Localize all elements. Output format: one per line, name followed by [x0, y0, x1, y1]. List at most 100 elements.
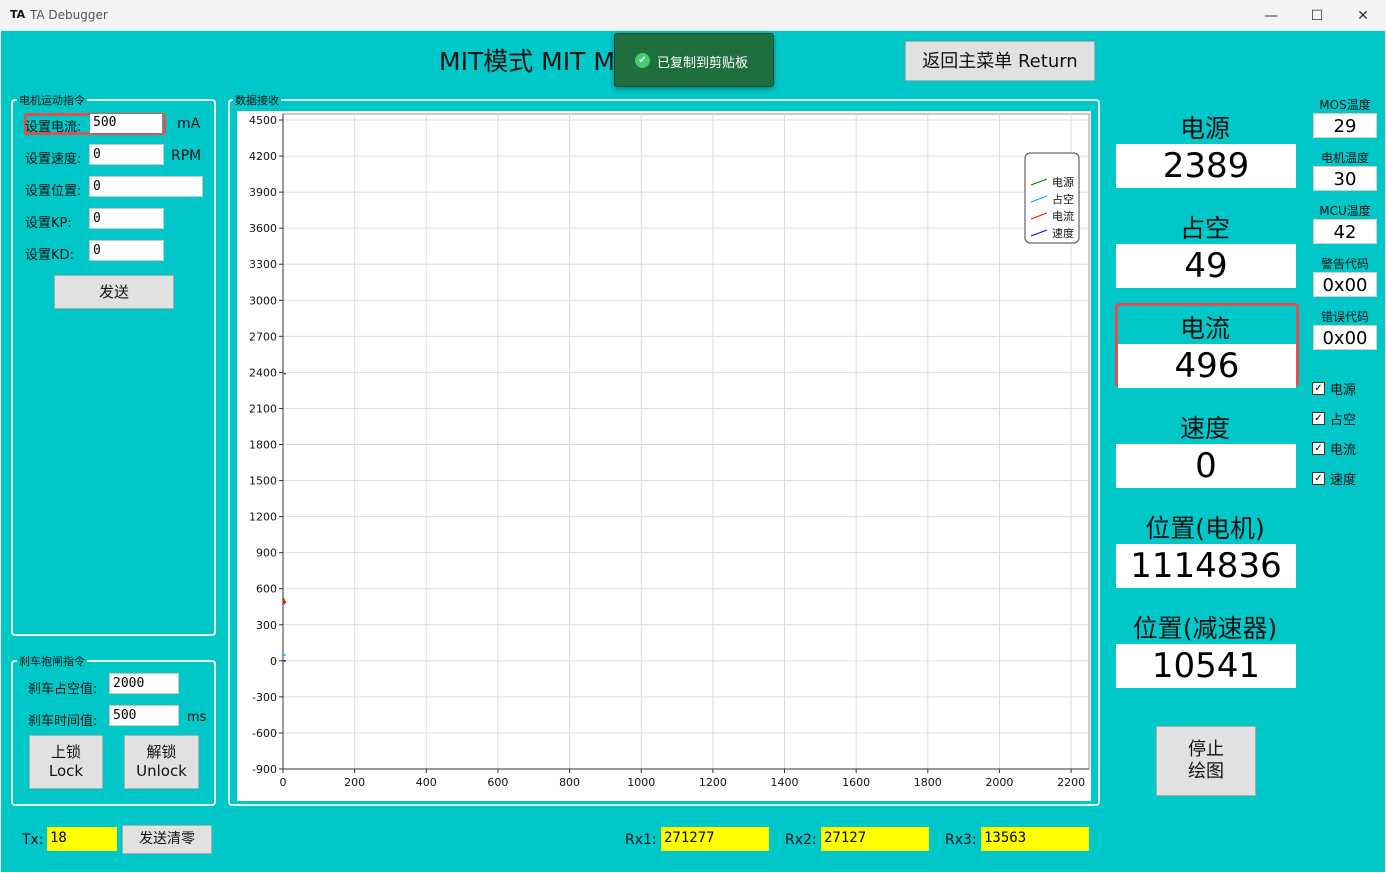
kp-label: 设置KP: — [25, 216, 72, 231]
metric-label-power: 电源 — [1179, 114, 1230, 143]
kp-input[interactable]: 0 — [89, 208, 164, 229]
rx2-label: Rx2: — [785, 832, 817, 848]
x-tick-label: 2000 — [985, 776, 1013, 789]
legend-entry: 电源 — [1052, 175, 1074, 189]
x-tick-label: 400 — [416, 776, 437, 789]
current-unit: mA — [177, 116, 201, 132]
metric-label-reducer-position: 位置(减速器) — [1132, 614, 1278, 643]
lock-label-en: Lock — [48, 762, 84, 780]
mos-temp-value: 29 — [1313, 113, 1377, 138]
current-label: 设置电流: — [25, 120, 82, 135]
y-tick-label: 2400 — [249, 366, 277, 379]
speed-label: 设置速度: — [25, 152, 82, 167]
check-circle-icon: ✔ — [635, 53, 650, 68]
metric-label-motor-position: 位置(电机) — [1145, 514, 1265, 543]
checkbox-checked-icon[interactable]: ✓ — [1312, 472, 1325, 485]
brake-time-label: 刹车时间值: — [28, 714, 98, 729]
toggle-duty-label: 占空 — [1330, 413, 1357, 428]
motor-temp-label: 电机温度 — [1320, 151, 1369, 165]
mos-temp-label: MOS温度 — [1319, 98, 1371, 112]
motor-temp-value: 30 — [1313, 166, 1377, 191]
toggle-duty[interactable]: ✓ 占空 — [1312, 409, 1356, 428]
toggle-current[interactable]: ✓ 电流 — [1312, 439, 1356, 458]
plot-area — [282, 113, 1090, 770]
y-tick-label: 3900 — [249, 186, 277, 199]
legend-entry: 电流 — [1052, 209, 1074, 223]
brake-duty-label: 刹车占空值: — [28, 682, 98, 697]
brake-group-label: 刹车抱闸指令 — [17, 653, 87, 669]
y-tick-label: 0 — [270, 655, 277, 668]
toggle-speed[interactable]: ✓ 速度 — [1312, 469, 1356, 488]
x-tick-label: 1400 — [771, 776, 799, 789]
legend-entry: 速度 — [1052, 226, 1074, 240]
metric-value-motor-position: 1114836 — [1116, 544, 1296, 588]
rx1-label: Rx1: — [625, 832, 657, 848]
unlock-label-cn: 解锁 — [146, 743, 177, 761]
y-tick-label: 1500 — [249, 475, 277, 488]
metric-value-duty: 49 — [1116, 244, 1296, 288]
send-button[interactable]: 发送 — [54, 275, 174, 309]
position-input[interactable]: 0 — [89, 176, 203, 197]
rx3-counter: 13563 — [981, 827, 1089, 851]
error-code-value: 0x00 — [1313, 325, 1377, 350]
y-tick-label: 4200 — [249, 150, 277, 163]
close-button[interactable]: ✕ — [1340, 0, 1386, 31]
clear-send-button[interactable]: 发送清零 — [122, 825, 212, 854]
y-tick-label: 1800 — [249, 439, 277, 452]
x-tick-label: 1800 — [914, 776, 942, 789]
toast-text: 已复制到剪贴板 — [657, 56, 749, 71]
toggle-power[interactable]: ✓ 电源 — [1312, 379, 1356, 398]
metric-value-speed: 0 — [1116, 444, 1296, 488]
warning-code-label: 警告代码 — [1320, 257, 1369, 271]
data-chart: 0 200 400 600 800 1000 1200 1400 1600 1800 2000 220… — [237, 111, 1091, 801]
motion-group-label: 电机运动指令 — [17, 92, 87, 108]
client-area: MIT模式 MIT Mode 返回主菜单 Return 电机运动指令 设置电流:… — [1, 31, 1385, 872]
current-input[interactable]: 500 — [90, 114, 162, 133]
y-tick-label: 2700 — [249, 330, 277, 343]
stop-plot-line2: 绘图 — [1188, 761, 1224, 782]
unlock-label-en: Unlock — [136, 762, 187, 780]
y-tick-label: 3000 — [249, 294, 277, 307]
x-tick-label: 200 — [344, 776, 365, 789]
mcu-temp-value: 42 — [1313, 219, 1377, 244]
checkbox-checked-icon[interactable]: ✓ — [1312, 382, 1325, 395]
minimize-button[interactable]: — — [1248, 0, 1294, 31]
speed-input[interactable]: 0 — [89, 144, 164, 165]
y-tick-label: 600 — [256, 583, 277, 596]
metric-value-current: 496 — [1118, 344, 1296, 388]
rx1-counter: 271277 — [661, 827, 769, 851]
unlock-button[interactable]: 解锁 Unlock — [124, 735, 199, 789]
y-tick-label: 2100 — [249, 402, 277, 415]
maximize-button[interactable]: ☐ — [1294, 0, 1340, 31]
tx-label: Tx: — [22, 832, 44, 848]
checkbox-checked-icon[interactable]: ✓ — [1312, 412, 1325, 425]
checkbox-checked-icon[interactable]: ✓ — [1312, 442, 1325, 455]
toggle-speed-label: 速度 — [1330, 473, 1357, 488]
y-tick-label: -600 — [252, 727, 277, 740]
metric-label-duty: 占空 — [1179, 214, 1230, 243]
stop-plot-button[interactable]: 停止 绘图 — [1156, 726, 1256, 796]
y-tick-label: -900 — [252, 763, 277, 776]
metric-label-speed: 速度 — [1179, 414, 1230, 443]
copy-toast: ✔ 已复制到剪贴板 — [614, 33, 774, 87]
error-code-label: 错误代码 — [1320, 310, 1369, 324]
x-tick-label: 1200 — [699, 776, 727, 789]
lock-label-cn: 上锁 — [50, 743, 81, 761]
lock-button[interactable]: 上锁 Lock — [29, 735, 103, 789]
metric-value-power: 2389 — [1116, 144, 1296, 188]
kd-input[interactable]: 0 — [89, 240, 164, 261]
return-button[interactable]: 返回主菜单 Return — [905, 41, 1095, 81]
x-tick-label: 1600 — [842, 776, 870, 789]
kd-label: 设置KD: — [25, 248, 74, 263]
tx-counter: 18 — [47, 827, 117, 851]
brake-time-input[interactable]: 500 — [109, 705, 179, 726]
x-tick-label: 1000 — [627, 776, 655, 789]
y-tick-label: 900 — [256, 547, 277, 560]
metric-value-reducer-position: 10541 — [1116, 644, 1296, 688]
window-titlebar: TA TA Debugger — ☐ ✕ — [0, 0, 1386, 31]
y-tick-label: 3300 — [249, 258, 277, 271]
warning-code-value: 0x00 — [1313, 272, 1377, 297]
position-label: 设置位置: — [25, 184, 82, 199]
brake-duty-input[interactable]: 2000 — [109, 673, 179, 694]
stop-plot-line1: 停止 — [1188, 739, 1224, 760]
